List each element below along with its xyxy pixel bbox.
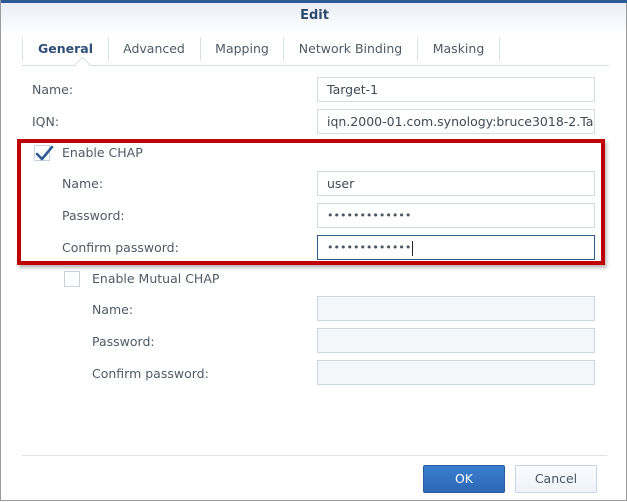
iqn-input[interactable]: iqn.2000-01.com.synology:bruce3018-2.Tar — [317, 109, 595, 134]
mutual-chap-password-label: Password: — [92, 334, 155, 349]
mutual-chap-confirm-password-label: Confirm password: — [92, 366, 209, 381]
chap-confirm-password-value: ••••••••••••• — [327, 241, 412, 254]
tab-network-binding[interactable]: Network Binding — [284, 37, 418, 61]
enable-chap-label: Enable CHAP — [62, 145, 143, 160]
text-cursor — [412, 240, 414, 256]
iqn-label: IQN: — [32, 114, 60, 129]
edit-dialog: Edit General Advanced Mapping Network Bi… — [0, 0, 627, 501]
enable-chap-checkbox[interactable] — [34, 145, 54, 161]
footer-divider — [22, 455, 607, 456]
name-label: Name: — [32, 82, 74, 97]
chap-confirm-password-label: Confirm password: — [62, 240, 179, 255]
chap-password-value: ••••••••••••• — [327, 209, 412, 222]
mutual-chap-name-input[interactable] — [317, 296, 595, 321]
chap-confirm-password-input[interactable]: ••••••••••••• — [317, 235, 595, 260]
chap-password-input[interactable]: ••••••••••••• — [317, 203, 595, 228]
tab-general[interactable]: General — [22, 37, 109, 61]
enable-mutual-chap-checkbox[interactable] — [64, 271, 80, 287]
tab-bar: General Advanced Mapping Network Binding… — [22, 35, 609, 73]
checkmark-icon — [35, 145, 54, 161]
tab-advanced[interactable]: Advanced — [108, 37, 201, 61]
mutual-chap-name-label: Name: — [92, 302, 134, 317]
name-input[interactable]: Target-1 — [317, 77, 595, 102]
mutual-chap-password-input[interactable] — [317, 328, 595, 353]
cancel-button[interactable]: Cancel — [515, 465, 597, 493]
chap-name-label: Name: — [62, 176, 104, 191]
chap-password-label: Password: — [62, 208, 125, 223]
dialog-title: Edit — [300, 8, 329, 23]
enable-mutual-chap-label: Enable Mutual CHAP — [92, 271, 220, 286]
ok-button[interactable]: OK — [423, 465, 505, 493]
chap-name-input[interactable]: user — [317, 171, 595, 196]
mutual-chap-confirm-password-input[interactable] — [317, 360, 595, 385]
tab-masking[interactable]: Masking — [418, 37, 500, 61]
tab-mapping[interactable]: Mapping — [201, 37, 284, 61]
